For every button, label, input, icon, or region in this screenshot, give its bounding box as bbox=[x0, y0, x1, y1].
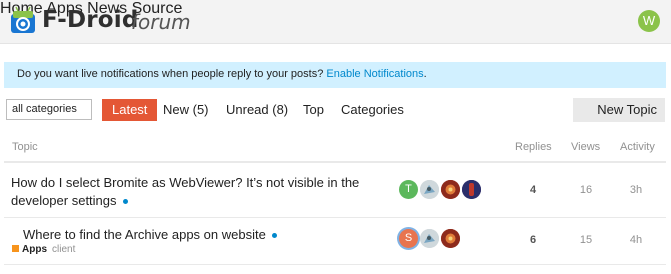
poster-avatar-robot[interactable] bbox=[420, 180, 439, 199]
unread-dot-icon bbox=[122, 199, 128, 205]
topic-replies[interactable]: 6 bbox=[513, 234, 553, 246]
tab-categories[interactable]: Categories bbox=[341, 99, 404, 121]
poster-avatar-robot[interactable] bbox=[420, 229, 439, 248]
category-color-icon bbox=[12, 245, 19, 252]
category-select[interactable]: all categories bbox=[6, 99, 92, 120]
site-header: F-Droid forum Home Apps News Source W bbox=[0, 0, 671, 44]
fdroid-logo-icon[interactable] bbox=[10, 6, 36, 34]
notification-banner: Do you want live notifications when peop… bbox=[4, 62, 666, 88]
poster-avatar[interactable]: S bbox=[399, 229, 418, 248]
poster-avatar-game[interactable] bbox=[441, 229, 460, 248]
tab-latest[interactable]: Latest bbox=[102, 99, 158, 121]
poster-avatar-figure[interactable] bbox=[462, 180, 481, 199]
unread-dot-icon bbox=[271, 233, 277, 239]
banner-text: Do you want live notifications when peop… bbox=[17, 68, 427, 80]
column-views[interactable]: Views bbox=[571, 141, 600, 153]
enable-notifications-link[interactable]: Enable Notifications bbox=[326, 68, 423, 80]
user-avatar[interactable]: W bbox=[638, 10, 660, 32]
game-avatar-icon bbox=[441, 180, 460, 199]
column-topic[interactable]: Topic bbox=[12, 141, 38, 153]
topic-row[interactable]: Where to find the Archive apps on websit… bbox=[4, 219, 666, 265]
category-name[interactable]: Apps bbox=[22, 244, 47, 255]
brand-name[interactable]: F-Droid bbox=[42, 7, 139, 33]
topic-title-link[interactable]: How do I select Bromite as WebViewer? It… bbox=[11, 174, 396, 210]
topic-replies[interactable]: 4 bbox=[513, 184, 553, 196]
figure-avatar-icon bbox=[462, 180, 481, 199]
tab-top[interactable]: Top bbox=[303, 99, 324, 121]
game-avatar-icon bbox=[441, 229, 460, 248]
category-badge[interactable]: Apps client bbox=[12, 244, 75, 255]
robot-avatar-icon bbox=[420, 180, 439, 199]
column-replies[interactable]: Replies bbox=[515, 141, 552, 153]
robot-avatar-icon bbox=[420, 229, 439, 248]
topic-row[interactable]: How do I select Bromite as WebViewer? It… bbox=[4, 165, 666, 218]
poster-avatar[interactable]: T bbox=[399, 180, 418, 199]
brand-subtitle[interactable]: forum bbox=[131, 10, 191, 34]
tab-unread[interactable]: Unread (8) bbox=[226, 99, 288, 121]
topic-activity[interactable]: 3h bbox=[616, 184, 656, 196]
banner-message: Do you want live notifications when peop… bbox=[17, 68, 327, 80]
topic-title-link[interactable]: Where to find the Archive apps on websit… bbox=[23, 226, 383, 244]
new-topic-button[interactable]: New Topic bbox=[573, 98, 665, 122]
banner-period: . bbox=[423, 68, 427, 80]
topic-views: 15 bbox=[579, 234, 593, 246]
topic-list-header: Topic Replies Views Activity bbox=[4, 136, 666, 163]
column-activity[interactable]: Activity bbox=[620, 141, 655, 153]
topic-title-text[interactable]: Where to find the Archive apps on websit… bbox=[23, 227, 266, 242]
tab-new[interactable]: New (5) bbox=[163, 99, 209, 121]
topic-views: 16 bbox=[579, 184, 593, 196]
topic-title-text[interactable]: How do I select Bromite as WebViewer? It… bbox=[11, 175, 359, 208]
topic-tag[interactable]: client bbox=[52, 244, 75, 255]
poster-avatar-game[interactable] bbox=[441, 180, 460, 199]
topic-activity[interactable]: 4h bbox=[616, 234, 656, 246]
